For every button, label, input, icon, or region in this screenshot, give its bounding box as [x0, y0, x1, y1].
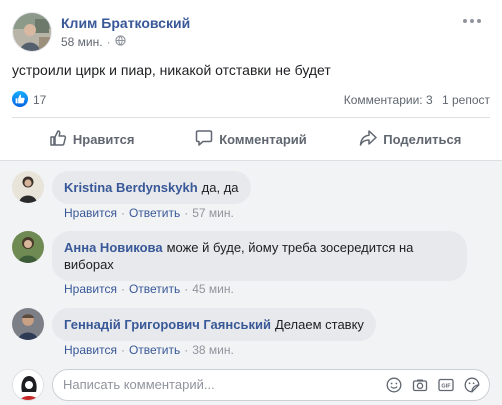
commenter-avatar[interactable]	[12, 171, 44, 203]
comment-button-label: Комментарий	[219, 131, 307, 147]
comment-time[interactable]: 57 мин.	[192, 206, 234, 220]
comment-actions: Нравится · Ответить · 38 мин.	[64, 343, 234, 357]
thumbs-up-icon	[49, 129, 67, 150]
comments-count[interactable]: Комментарии: 3	[344, 93, 433, 107]
like-reaction-icon[interactable]	[12, 91, 28, 107]
engagement-counts: Комментарии: 3 1 репост	[338, 93, 490, 107]
comment-time[interactable]: 38 мин.	[192, 343, 234, 357]
post-actions: Нравится Комментарий Поделиться	[12, 123, 490, 155]
comment-composer: GIF	[12, 369, 490, 401]
current-user-avatar	[12, 369, 44, 401]
camera-icon[interactable]	[411, 376, 429, 394]
globe-icon[interactable]	[114, 35, 126, 49]
commenter-name[interactable]: Kristina Berdynskykh	[64, 180, 198, 195]
share-button[interactable]: Поделиться	[331, 123, 490, 155]
meta-separator: ·	[106, 35, 111, 49]
facebook-post: Клим Братковский 58 мин. · устроили цирк…	[0, 0, 502, 405]
comment-reply-link[interactable]: Ответить	[129, 206, 180, 220]
comment-like-link[interactable]: Нравится	[64, 282, 117, 296]
divider	[12, 117, 490, 118]
gif-icon[interactable]: GIF	[437, 376, 455, 394]
comment-button[interactable]: Комментарий	[171, 123, 330, 155]
commenter-name[interactable]: Геннадій Григорович Гаянський	[64, 317, 271, 332]
comment-input-box[interactable]: GIF	[52, 369, 490, 401]
author-avatar[interactable]	[12, 12, 52, 52]
comment-bubble-icon	[195, 129, 213, 150]
comment-bubble: Геннадій Григорович Гаянський Делаем став…	[52, 308, 376, 341]
comment-bubble: Анна Новикова може й буде, йому треба зос…	[52, 231, 467, 281]
svg-text:GIF: GIF	[441, 384, 451, 390]
post-time[interactable]: 58 мин.	[61, 35, 103, 49]
post-author-name[interactable]: Клим Братковский	[61, 15, 190, 31]
like-button[interactable]: Нравится	[12, 123, 171, 155]
comment-like-link[interactable]: Нравится	[64, 343, 117, 357]
post-meta: 58 мин. ·	[61, 35, 126, 49]
comment-text: Делаем ставку	[274, 317, 364, 332]
share-arrow-icon	[359, 129, 378, 150]
comment-actions: Нравится · Ответить · 45 мин.	[64, 282, 234, 296]
commenter-avatar[interactable]	[12, 231, 44, 263]
emoji-icon[interactable]	[385, 376, 403, 394]
comment-like-link[interactable]: Нравится	[64, 206, 117, 220]
composer-tools: GIF	[385, 376, 481, 394]
comment-time[interactable]: 45 мин.	[192, 282, 234, 296]
commenter-avatar[interactable]	[12, 308, 44, 340]
comment-actions: Нравится · Ответить · 57 мин.	[64, 206, 234, 220]
sticker-icon[interactable]	[463, 376, 481, 394]
comment-reply-link[interactable]: Ответить	[129, 282, 180, 296]
like-button-label: Нравится	[72, 131, 135, 147]
post-header: Клим Братковский 58 мин. ·	[12, 12, 490, 54]
like-count[interactable]: 17	[33, 93, 46, 107]
comment-reply-link[interactable]: Ответить	[129, 343, 180, 357]
reposts-count[interactable]: 1 репост	[442, 93, 490, 107]
commenter-name[interactable]: Анна Новикова	[64, 240, 163, 255]
post-text: устроили цирк и пиар, никакой отставки н…	[12, 62, 331, 78]
comment-input[interactable]	[63, 377, 363, 392]
comment-bubble: Kristina Berdynskykh да, да	[52, 171, 251, 204]
comments-section: Kristina Berdynskykh да, да Нравится · Отве…	[0, 160, 502, 405]
more-options-icon[interactable]	[460, 14, 484, 28]
share-button-label: Поделиться	[383, 131, 462, 147]
reactions-row: 17 Комментарии: 3 1 репост	[12, 91, 490, 109]
comment-text: да, да	[201, 180, 239, 195]
